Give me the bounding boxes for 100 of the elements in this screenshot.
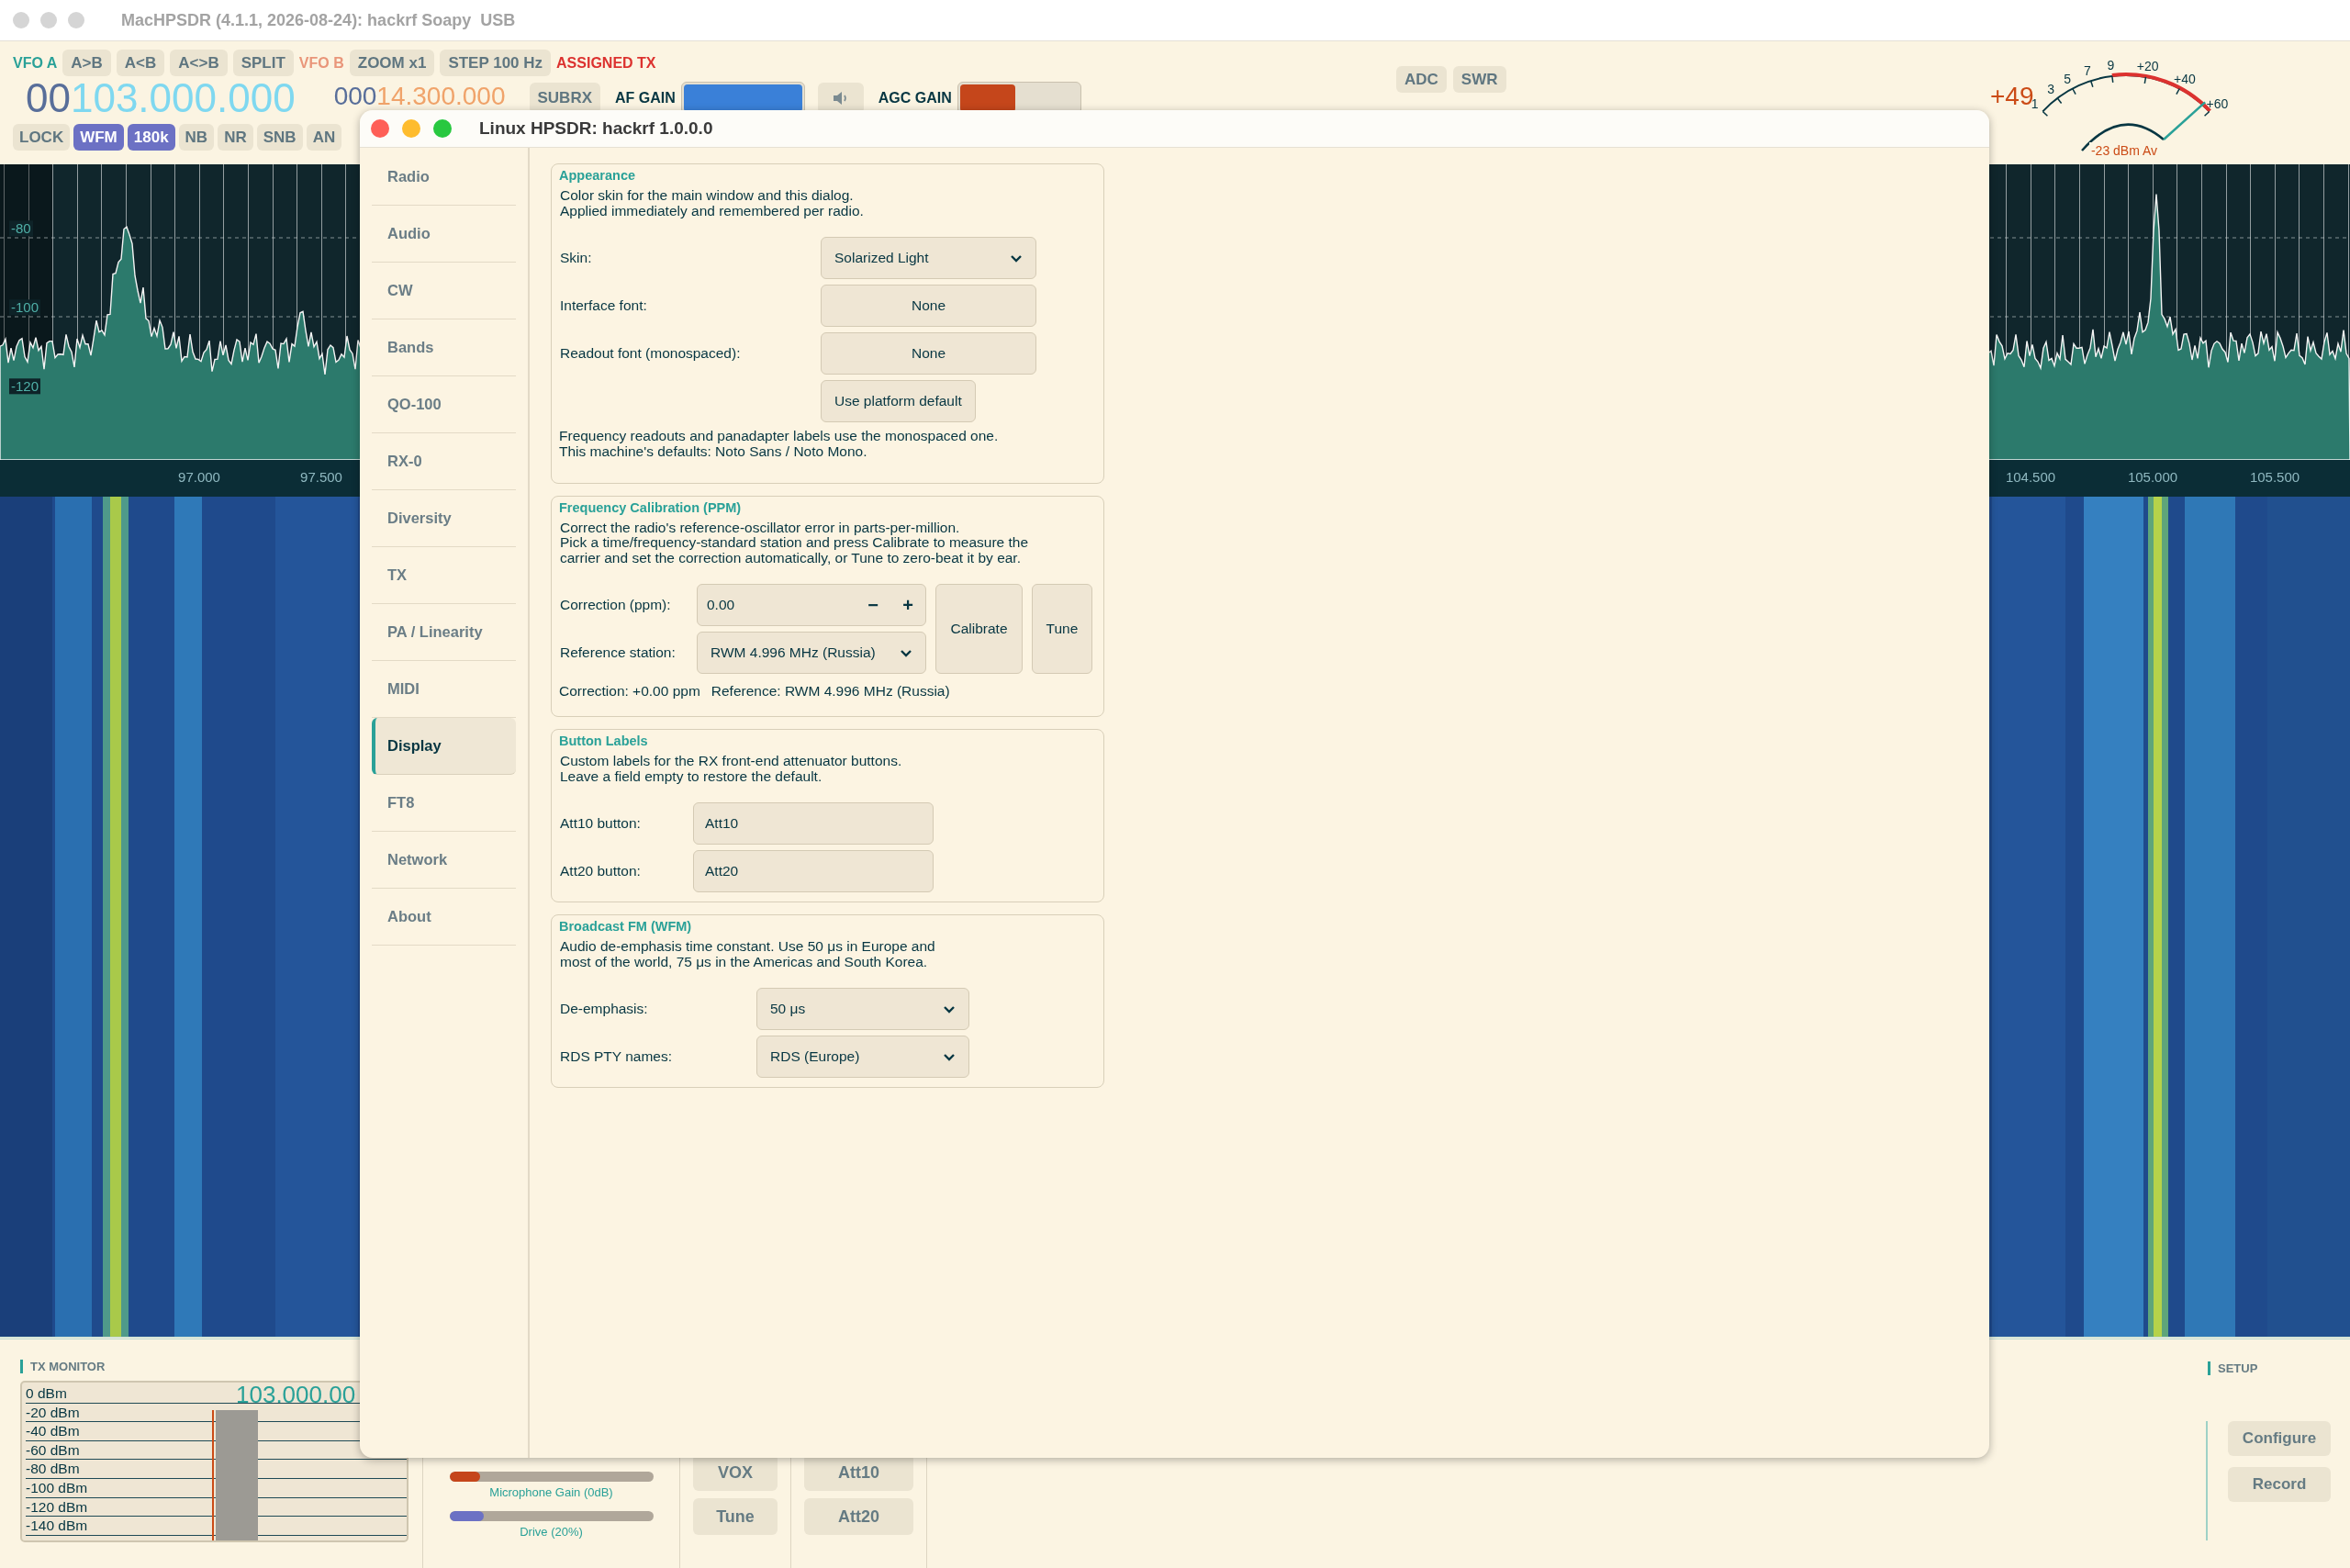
toolbar-button[interactable]: SNB [256,124,303,151]
toolbar-button[interactable]: STEP 100 Hz [440,50,552,76]
meter-scale-label: +60 [2206,96,2229,112]
meter-scale-label: +40 [2173,71,2196,86]
font-button[interactable]: Use platform default [821,380,976,422]
field-value: 0.00 [707,597,736,613]
meter-reading: -23 dBm Av [2090,143,2158,158]
db-label: -120 [9,378,41,395]
group-description: Correct the radio's reference-oscillator error in parts-per-million. Pick a time/frequency-standard station and press Calibrate to measure the carrier and set the correction automatically, or Tune to zero-beat it by ear. [560,520,1030,566]
dropdown[interactable]: RDS (Europe) [756,1036,969,1078]
sidebar-item[interactable]: Audio [372,206,516,263]
toolbar-button[interactable]: A<>B [170,50,228,76]
setup-button[interactable]: Record [2228,1467,2331,1502]
speaker-icon [832,91,849,106]
sidebar-item[interactable]: QO-100 [372,376,516,433]
field-label: De-emphasis: [560,1001,649,1017]
frequency-readout: 00103.000.000 [26,78,296,118]
sidebar-item[interactable]: CW [372,263,516,319]
dropdown[interactable]: 50 μs [756,988,969,1030]
attenuator-button[interactable]: Att20 [804,1498,913,1535]
dropdown[interactable]: RWM 4.996 MHz (Russia) [697,632,926,674]
window-control-icon[interactable] [13,12,29,28]
toolbar-button[interactable]: A>B [62,50,111,76]
minus-button[interactable]: − [856,594,890,616]
field-label: Reference station: [560,644,677,661]
field-label: Interface font: [560,297,648,314]
maximize-icon[interactable] [433,119,452,138]
meter-scale-label: +20 [2136,59,2159,74]
tx-button[interactable]: Tune [693,1498,778,1535]
toolbar-button[interactable]: ZOOM x1 [349,50,435,76]
sidebar-item[interactable]: RX-0 [372,433,516,490]
group-title: Button Labels [559,734,649,748]
sidebar-item[interactable]: Network [372,832,516,889]
toolbar-button[interactable]: SWR [1452,66,1506,93]
action-button[interactable]: Tune [1032,584,1092,674]
setup-button[interactable]: Configure [2228,1421,2331,1456]
close-icon[interactable] [371,119,389,138]
meter-scale-label: 7 [2084,62,2091,78]
gain-label: AF GAIN [615,90,676,106]
toolbar-button[interactable]: A<B [116,50,165,76]
status-text: Reference: RWM 4.996 MHz (Russia) [711,683,950,700]
slider-track[interactable] [449,1511,654,1521]
field-label: Att10 button: [560,815,642,832]
meter-scale-label: 9 [2107,58,2115,73]
font-button[interactable]: None [821,285,1036,327]
window-control-icon[interactable] [68,12,84,28]
sidebar-item[interactable]: Display [372,718,516,775]
toolbar-button[interactable]: ADC [1396,66,1447,93]
frequency-readout: 00014.300.000 [333,83,506,110]
toolbar-button[interactable]: 180k [127,124,175,151]
group-title: Broadcast FM (WFM) [559,919,693,934]
slider-label: Drive (20%) [520,1525,583,1539]
slider-label: Microphone Gain (0dB) [489,1485,613,1499]
frequency-label: 104.500 [2005,469,2056,485]
frequency-label: 105.000 [2127,469,2178,485]
chevron-icon [1010,253,1023,263]
db-label: -80 [9,220,33,237]
slider-track[interactable] [449,1472,654,1482]
field-label: Att20 button: [560,863,642,879]
field-label: Correction (ppm): [560,597,672,613]
sidebar-item[interactable]: FT8 [372,775,516,832]
sidebar-item[interactable]: PA / Linearity [372,604,516,661]
dropdown[interactable]: Solarized Light [821,237,1036,279]
group-title: Appearance [559,168,636,183]
toolbar-button[interactable]: WFM [73,124,124,151]
sidebar-item[interactable]: Diversity [372,490,516,547]
sidebar-item[interactable]: Radio [372,149,516,206]
frequency-label: 105.500 [2249,469,2300,485]
input-field[interactable]: Att10 [693,802,934,845]
section-title: SETUP [2208,1361,2350,1375]
action-button[interactable]: Calibrate [935,584,1023,674]
window-control-icon[interactable] [40,12,57,28]
status-text: Correction: +0.00 ppm [559,683,700,700]
font-button[interactable]: None [821,332,1036,375]
chevron-icon [943,1004,956,1014]
toolbar-button[interactable]: NB [178,124,215,151]
meter-scale-label: 3 [2047,82,2055,97]
meter-scale-label: 5 [2064,71,2072,86]
group-note: Frequency readouts and panadapter labels use the monospaced one. This machine's defaults: Noto Sans / Noto Mono. [559,429,1000,459]
minimize-icon[interactable] [402,119,420,138]
toolbar-button[interactable]: NR [218,124,253,151]
plus-button[interactable]: + [890,594,925,616]
input-field[interactable]: Att20 [693,850,934,892]
field-label: Readout font (monospaced): [560,345,742,362]
dialog-title: Linux HPSDR: hackrf 1.0.0.0 [479,118,713,139]
number-field[interactable]: 0.00 − + [697,584,926,626]
chevron-icon [943,1052,956,1061]
toolbar-button[interactable]: AN [306,124,342,151]
sidebar-item[interactable]: TX [372,547,516,604]
group-description: Audio de-emphasis time constant. Use 50 μs in Europe and most of the world, 75 μs in the Americas and South Korea. [560,939,936,969]
group-description: Custom labels for the RX front-end attenuator buttons. Leave a field empty to restore the default. [560,754,903,784]
toolbar-button[interactable]: SPLIT [232,50,294,76]
frequency-label: 97.000 [178,469,220,485]
sidebar-item[interactable]: About [372,889,516,946]
sidebar-item[interactable]: Bands [372,319,516,376]
toolbar-button[interactable]: LOCK [13,124,71,151]
vfo-label: VFO B [298,54,344,72]
vfo-label: VFO A [13,54,58,72]
gain-label: AGC GAIN [878,90,952,106]
db-label: -100 [9,299,41,316]
